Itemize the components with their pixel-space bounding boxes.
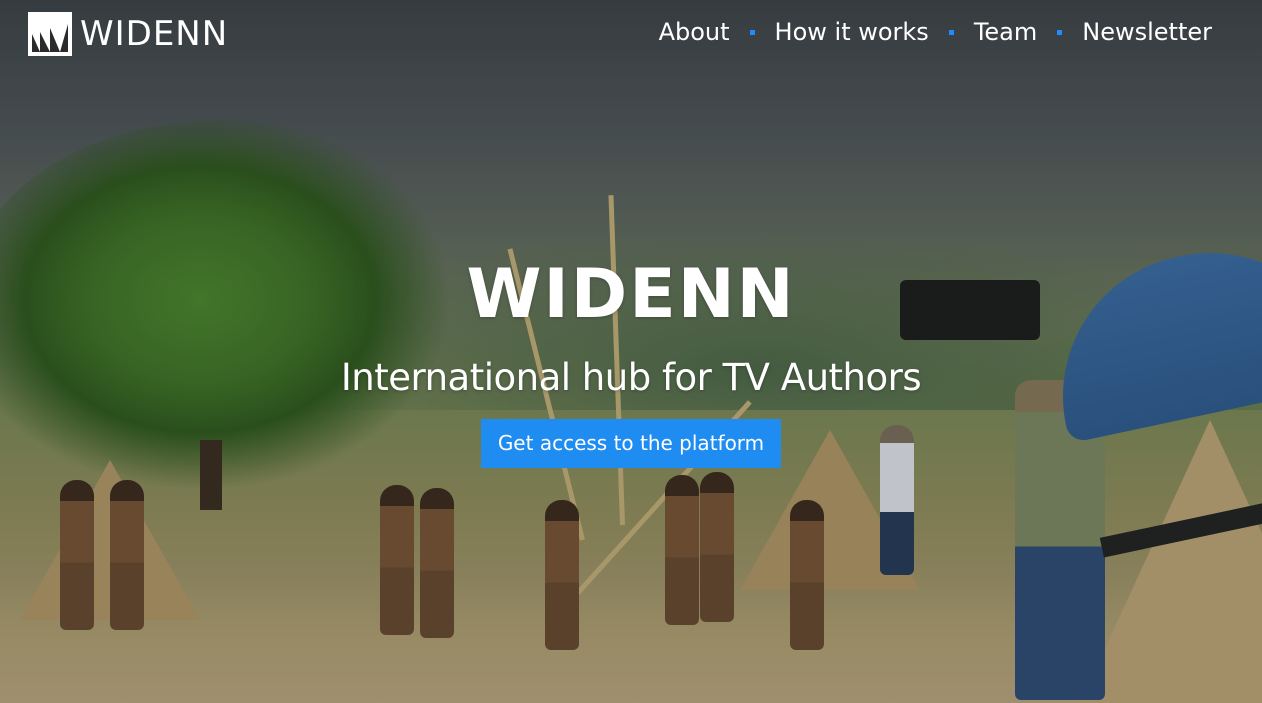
site-logo[interactable]: WIDENN <box>28 12 228 56</box>
top-navigation: WIDENN About How it works Team Newslette… <box>0 0 1262 70</box>
nav-item-team[interactable]: Team <box>974 18 1037 46</box>
main-menu: About How it works Team Newsletter <box>659 18 1212 46</box>
hero-title: WIDENN <box>466 255 796 334</box>
hero-content: WIDENN International hub for TV Authors … <box>0 255 1262 468</box>
nav-item-newsletter[interactable]: Newsletter <box>1082 18 1212 46</box>
nav-item-how-it-works[interactable]: How it works <box>775 18 929 46</box>
nav-separator <box>1057 29 1063 35</box>
widenn-logo-icon <box>28 12 72 56</box>
nav-separator <box>948 29 954 35</box>
logo-text: WIDENN <box>80 14 229 54</box>
nav-item-about[interactable]: About <box>659 18 730 46</box>
nav-separator <box>749 29 755 35</box>
hero-section: WIDENN About How it works Team Newslette… <box>0 0 1262 703</box>
get-access-button[interactable]: Get access to the platform <box>480 419 782 468</box>
hero-subtitle: International hub for TV Authors <box>340 356 922 399</box>
